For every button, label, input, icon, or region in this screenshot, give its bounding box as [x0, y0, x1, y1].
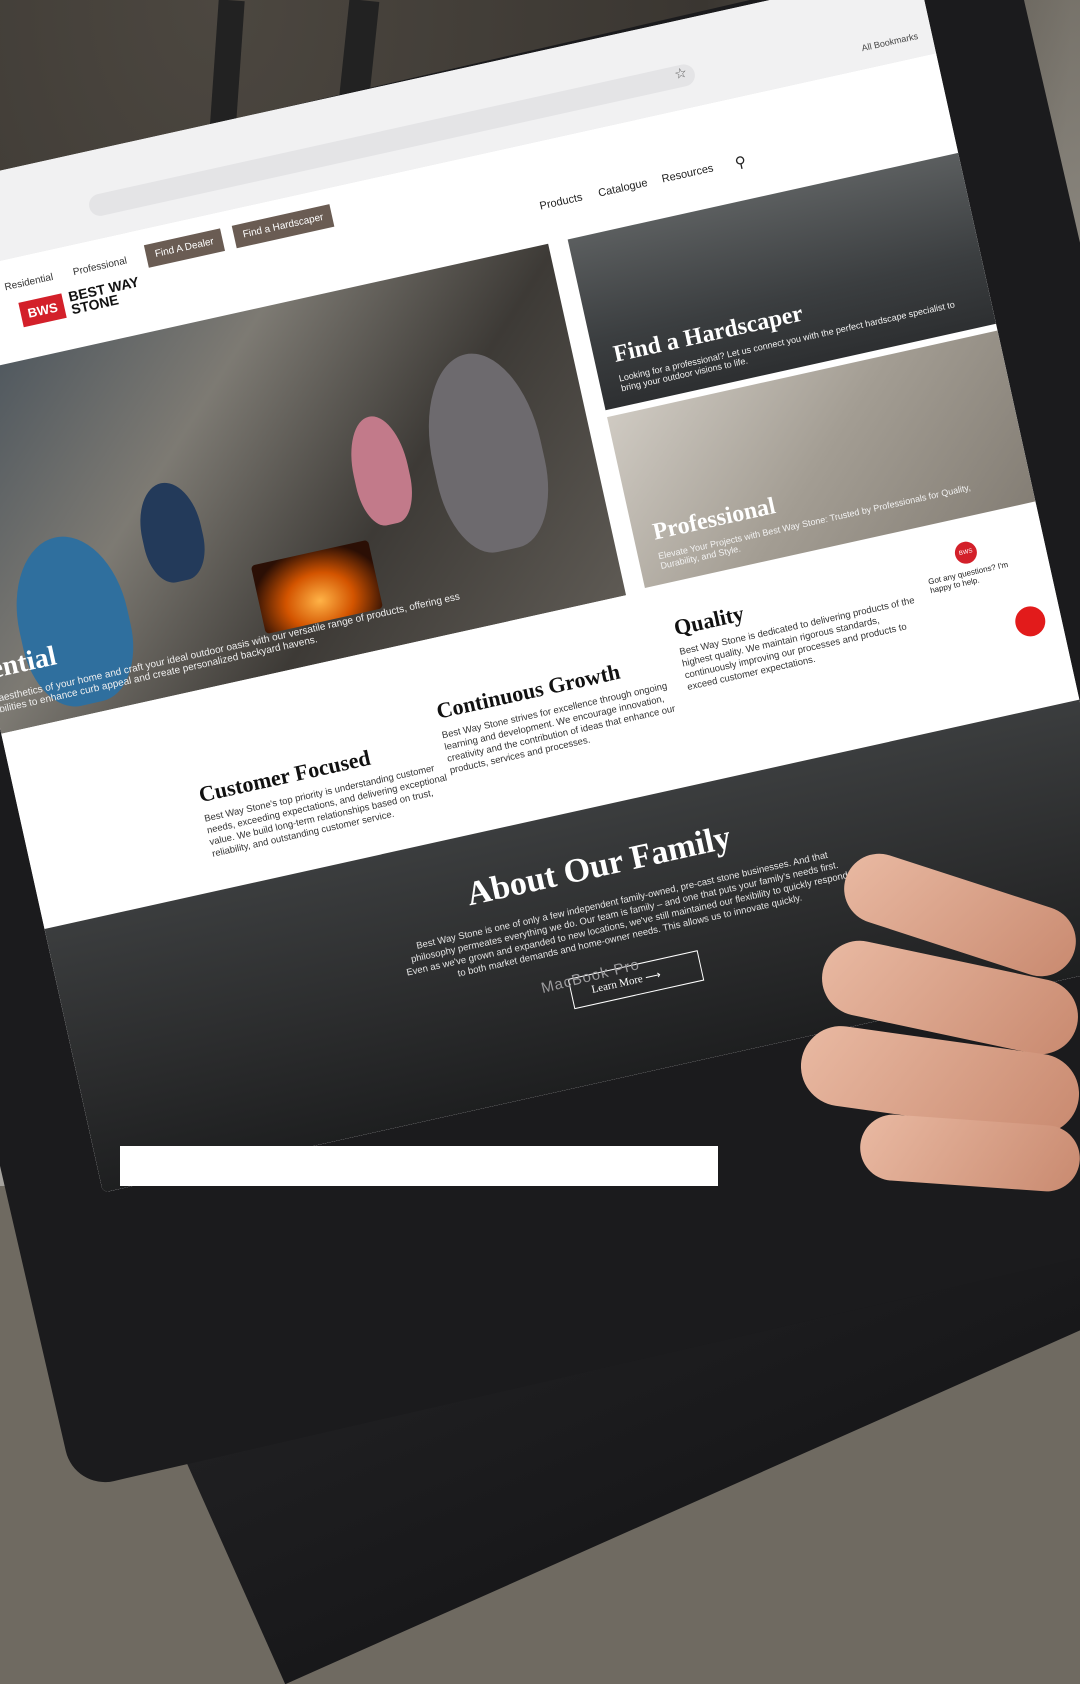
chat-message: Got any questions? I'm happy to help. — [927, 559, 1009, 596]
caption-box — [120, 1146, 718, 1186]
arrow-right-icon: ⟶ — [644, 968, 663, 984]
person-image — [131, 476, 212, 588]
person-image — [411, 342, 563, 562]
all-bookmarks-label[interactable]: All Bookmarks — [861, 31, 919, 53]
person-image — [341, 410, 420, 531]
